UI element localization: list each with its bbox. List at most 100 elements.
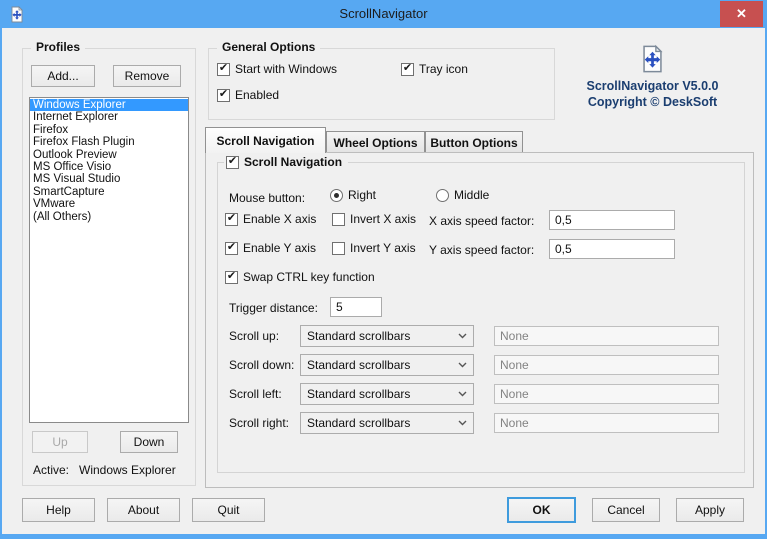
scroll-right-target-input (494, 413, 719, 433)
checkbox-checked-icon: ✔ (226, 154, 239, 169)
cancel-button[interactable]: Cancel (592, 498, 660, 522)
profiles-list[interactable]: Windows Explorer Internet Explorer Firef… (29, 97, 189, 423)
y-speed-factor-input[interactable] (549, 239, 675, 259)
start-with-windows-checkbox[interactable]: ✔ Start with Windows (217, 62, 337, 76)
ok-button[interactable]: OK (507, 497, 576, 523)
list-item[interactable]: Firefox (30, 124, 188, 136)
enabled-checkbox[interactable]: ✔ Enabled (217, 88, 279, 102)
ok-button-label: OK (532, 503, 551, 517)
checkbox-checked-icon: ✔ (217, 87, 230, 102)
start-with-windows-label: Start with Windows (235, 62, 338, 76)
apply-button[interactable]: Apply (676, 498, 744, 522)
branding: ScrollNavigator V5.0.0 Copyright © DeskS… (565, 44, 740, 109)
invert-y-axis-checkbox[interactable]: Invert Y axis (332, 241, 416, 255)
list-item[interactable]: Firefox Flash Plugin (30, 136, 188, 148)
scroll-right-label: Scroll right: (229, 416, 290, 430)
x-speed-factor-input[interactable] (549, 210, 675, 230)
mouse-button-right-radio[interactable]: Right (330, 188, 376, 202)
scroll-down-dropdown-value: Standard scrollbars (307, 358, 411, 372)
about-button[interactable]: About (107, 498, 180, 522)
checkbox-unchecked-icon (332, 212, 345, 226)
scroll-down-label: Scroll down: (229, 358, 295, 372)
scroll-up-label: Scroll up: (229, 329, 280, 343)
enabled-label: Enabled (235, 88, 280, 102)
list-item[interactable]: Outlook Preview (30, 149, 188, 161)
scroll-left-dropdown-value: Standard scrollbars (307, 387, 411, 401)
radio-right-label: Right (348, 188, 377, 202)
tray-icon-label: Tray icon (419, 62, 468, 76)
tab-button-options-label: Button Options (430, 135, 518, 150)
list-item[interactable]: SmartCapture (30, 186, 188, 198)
x-speed-factor-label: X axis speed factor: (429, 214, 535, 228)
up-button-label: Up (52, 435, 68, 449)
radio-selected-icon (330, 188, 343, 202)
scroll-navigation-group-label: Scroll Navigation (244, 155, 343, 169)
mouse-button-middle-radio[interactable]: Middle (436, 188, 489, 202)
chevron-down-icon (458, 391, 467, 397)
tray-icon-checkbox[interactable]: ✔ Tray icon (401, 62, 468, 76)
quit-button-label: Quit (217, 503, 240, 517)
down-button-label: Down (133, 435, 165, 449)
invert-y-axis-label: Invert Y axis (350, 241, 416, 255)
checkbox-checked-icon: ✔ (225, 240, 238, 255)
active-profile-label: Active: (33, 463, 70, 477)
chevron-down-icon (458, 420, 467, 426)
dialog-body: Profiles Add... Remove Windows Explorer … (2, 28, 765, 534)
quit-button[interactable]: Quit (192, 498, 265, 522)
app-logo-icon (639, 44, 666, 77)
tab-button-options[interactable]: Button Options (425, 131, 523, 153)
close-icon: ✕ (736, 6, 747, 21)
tab-wheel-options-label: Wheel Options (333, 135, 418, 150)
tab-scroll-navigation[interactable]: Scroll Navigation (205, 127, 326, 153)
enable-y-axis-checkbox[interactable]: ✔ Enable Y axis (225, 241, 316, 255)
tab-scroll-navigation-label: Scroll Navigation (216, 133, 315, 148)
scroll-navigation-group: ✔ Scroll Navigation Mouse button: Right … (217, 155, 745, 473)
radio-unselected-icon (436, 188, 449, 202)
scroll-left-dropdown[interactable]: Standard scrollbars (300, 383, 474, 405)
swap-ctrl-checkbox[interactable]: ✔ Swap CTRL key function (225, 270, 375, 284)
checkbox-checked-icon: ✔ (217, 61, 230, 76)
scroll-down-dropdown[interactable]: Standard scrollbars (300, 354, 474, 376)
general-options-group: General Options ✔ Start with Windows ✔ T… (208, 40, 555, 120)
invert-x-axis-checkbox[interactable]: Invert X axis (332, 212, 416, 226)
trigger-distance-label: Trigger distance: (229, 301, 318, 315)
list-item[interactable]: (All Others) (30, 211, 188, 223)
scroll-up-dropdown[interactable]: Standard scrollbars (300, 325, 474, 347)
enable-x-axis-checkbox[interactable]: ✔ Enable X axis (225, 212, 316, 226)
y-speed-factor-label: Y axis speed factor: (429, 243, 535, 257)
scroll-up-target-input (494, 326, 719, 346)
remove-button[interactable]: Remove (113, 65, 181, 87)
list-item[interactable]: MS Office Visio (30, 161, 188, 173)
apply-button-label: Apply (694, 503, 726, 517)
list-item[interactable]: MS Visual Studio (30, 173, 188, 185)
list-item[interactable]: VMware (30, 198, 188, 210)
close-button[interactable]: ✕ (720, 1, 763, 27)
tab-wheel-options[interactable]: Wheel Options (326, 131, 425, 153)
scrollnavigator-window: ScrollNavigator ✕ Profiles Add... Remove… (0, 0, 767, 539)
enable-x-axis-label: Enable X axis (243, 212, 317, 226)
list-item[interactable]: Windows Explorer (30, 99, 188, 112)
up-button[interactable]: Up (32, 431, 88, 453)
checkbox-checked-icon: ✔ (401, 61, 414, 76)
swap-ctrl-label: Swap CTRL key function (243, 270, 375, 284)
scroll-left-label: Scroll left: (229, 387, 282, 401)
scroll-navigation-enable-checkbox[interactable]: ✔ Scroll Navigation (224, 154, 349, 169)
list-item[interactable]: Internet Explorer (30, 111, 188, 123)
help-button[interactable]: Help (22, 498, 95, 522)
down-button[interactable]: Down (120, 431, 178, 453)
mouse-button-label: Mouse button: (229, 191, 306, 205)
scroll-right-dropdown[interactable]: Standard scrollbars (300, 412, 474, 434)
profiles-group: Profiles Add... Remove Windows Explorer … (22, 40, 196, 486)
radio-middle-label: Middle (454, 188, 490, 202)
about-button-label: About (127, 503, 160, 517)
scroll-right-dropdown-value: Standard scrollbars (307, 416, 411, 430)
scroll-down-target-input (494, 355, 719, 375)
checkbox-checked-icon: ✔ (225, 211, 238, 226)
checkbox-checked-icon: ✔ (225, 269, 238, 284)
chevron-down-icon (458, 333, 467, 339)
add-button[interactable]: Add... (31, 65, 95, 87)
active-profile-value: Windows Explorer (79, 463, 176, 477)
window-title: ScrollNavigator (339, 6, 428, 21)
trigger-distance-input[interactable] (330, 297, 382, 317)
add-button-label: Add... (47, 69, 79, 83)
